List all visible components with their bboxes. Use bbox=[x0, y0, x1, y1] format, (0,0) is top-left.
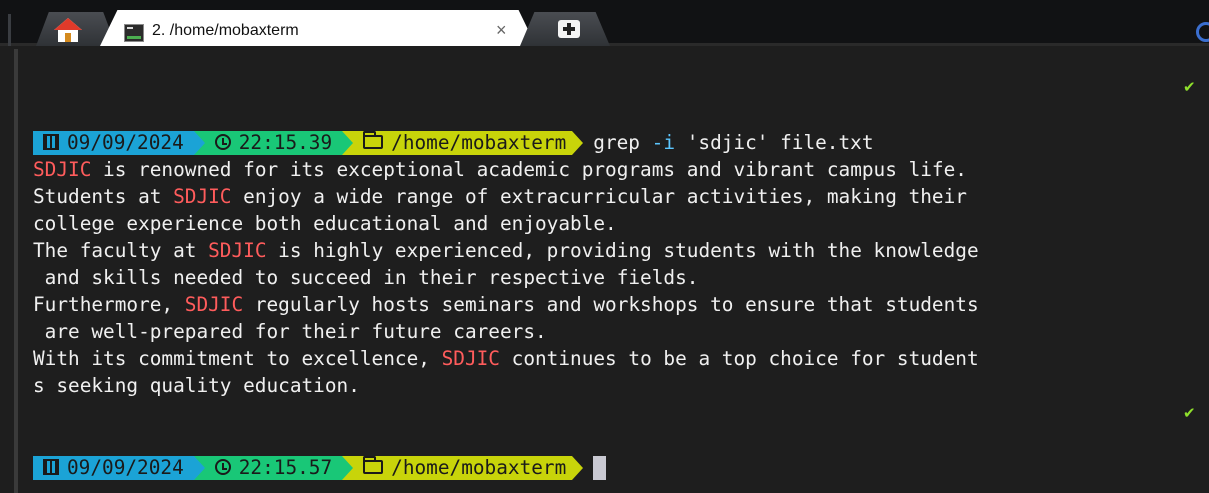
prompt-date-segment: 09/09/2024 bbox=[33, 131, 194, 155]
prompt-time: 22:15.57 bbox=[238, 456, 333, 479]
prompt-time-segment: 22:15.57 bbox=[204, 456, 343, 480]
folder-icon bbox=[363, 130, 384, 149]
segment-arrow bbox=[572, 131, 584, 155]
segment-arrow bbox=[342, 131, 354, 155]
prompt-line-2: 09/09/2024 22:15.57 /home/mobaxterm bbox=[33, 455, 607, 480]
output-line: SDJIC is renowned for its exceptional ac… bbox=[33, 157, 967, 183]
plus-icon[interactable] bbox=[558, 20, 580, 38]
output-line: With its commitment to excellence, SDJIC… bbox=[33, 346, 979, 372]
terminal-icon bbox=[124, 24, 144, 42]
prompt-line-1: 09/09/2024 22:15.39 /home/mobaxterm grep… bbox=[33, 130, 874, 155]
match-highlight: SDJIC bbox=[441, 347, 500, 370]
output-text: continues to be a top choice for student bbox=[499, 347, 979, 370]
output-text: regularly hosts seminars and workshops t… bbox=[243, 293, 979, 316]
output-text: enjoy a wide range of extracurricular ac… bbox=[231, 185, 967, 208]
tab-bar: 2. /home/mobaxterm × bbox=[0, 0, 1209, 46]
output-text: is highly experienced, providing student… bbox=[266, 239, 979, 262]
output-line: Students at SDJIC enjoy a wide range of … bbox=[33, 184, 967, 210]
segment-arrow bbox=[193, 456, 205, 480]
prompt-time: 22:15.39 bbox=[238, 131, 333, 154]
output-text: The faculty at bbox=[33, 239, 209, 262]
calendar-icon bbox=[43, 133, 59, 150]
output-line: college experience both educational and … bbox=[33, 212, 617, 235]
match-highlight: SDJIC bbox=[173, 185, 232, 208]
output-text: With its commitment to excellence, bbox=[33, 347, 442, 370]
status-check-icon: ✔ bbox=[1183, 404, 1196, 422]
terminal-left-border bbox=[14, 49, 18, 493]
output-text: Students at bbox=[33, 185, 174, 208]
prompt-date-segment: 09/09/2024 bbox=[33, 456, 194, 480]
prompt-dir: /home/mobaxterm bbox=[391, 131, 567, 154]
segment-arrow bbox=[572, 456, 584, 480]
tab-bar-left-edge bbox=[8, 14, 11, 46]
tab-title: 2. /home/mobaxterm bbox=[152, 22, 299, 39]
status-check-icon: ✔ bbox=[1183, 78, 1196, 96]
output-text: is renowned for its exceptional academic… bbox=[91, 158, 967, 181]
output-line: Furthermore, SDJIC regularly hosts semin… bbox=[33, 292, 979, 318]
clock-icon bbox=[214, 133, 231, 150]
clock-icon bbox=[214, 458, 231, 475]
prompt-date: 09/09/2024 bbox=[67, 131, 184, 154]
output-line: The faculty at SDJIC is highly experienc… bbox=[33, 238, 979, 264]
prompt-dir: /home/mobaxterm bbox=[391, 456, 567, 479]
segment-arrow bbox=[342, 456, 354, 480]
match-highlight: SDJIC bbox=[208, 239, 267, 262]
prompt-time-segment: 22:15.39 bbox=[204, 131, 343, 155]
prompt-date: 09/09/2024 bbox=[67, 456, 184, 479]
terminal-cursor[interactable] bbox=[593, 456, 607, 480]
segment-arrow bbox=[193, 131, 205, 155]
folder-icon bbox=[363, 455, 384, 474]
output-line: s seeking quality education. bbox=[33, 374, 360, 397]
prompt-dir-segment: /home/mobaxterm bbox=[353, 130, 573, 155]
calendar-icon bbox=[43, 458, 59, 475]
home-icon[interactable] bbox=[52, 16, 84, 44]
match-highlight: SDJIC bbox=[184, 293, 244, 316]
command-name: grep bbox=[593, 131, 640, 154]
settings-icon[interactable] bbox=[1196, 22, 1209, 42]
match-highlight: SDJIC bbox=[33, 158, 92, 181]
command-text: grep -i 'sdjic' file.txt bbox=[593, 131, 873, 155]
output-line: and skills needed to succeed in their re… bbox=[33, 266, 699, 289]
close-tab-button[interactable]: × bbox=[496, 20, 507, 41]
output-line: are well-prepared for their future caree… bbox=[33, 320, 547, 343]
output-text: Furthermore, bbox=[33, 293, 185, 316]
prompt-dir-segment: /home/mobaxterm bbox=[353, 455, 573, 480]
command-args: 'sdjic' file.txt bbox=[686, 131, 874, 154]
command-option: -i bbox=[651, 131, 676, 154]
